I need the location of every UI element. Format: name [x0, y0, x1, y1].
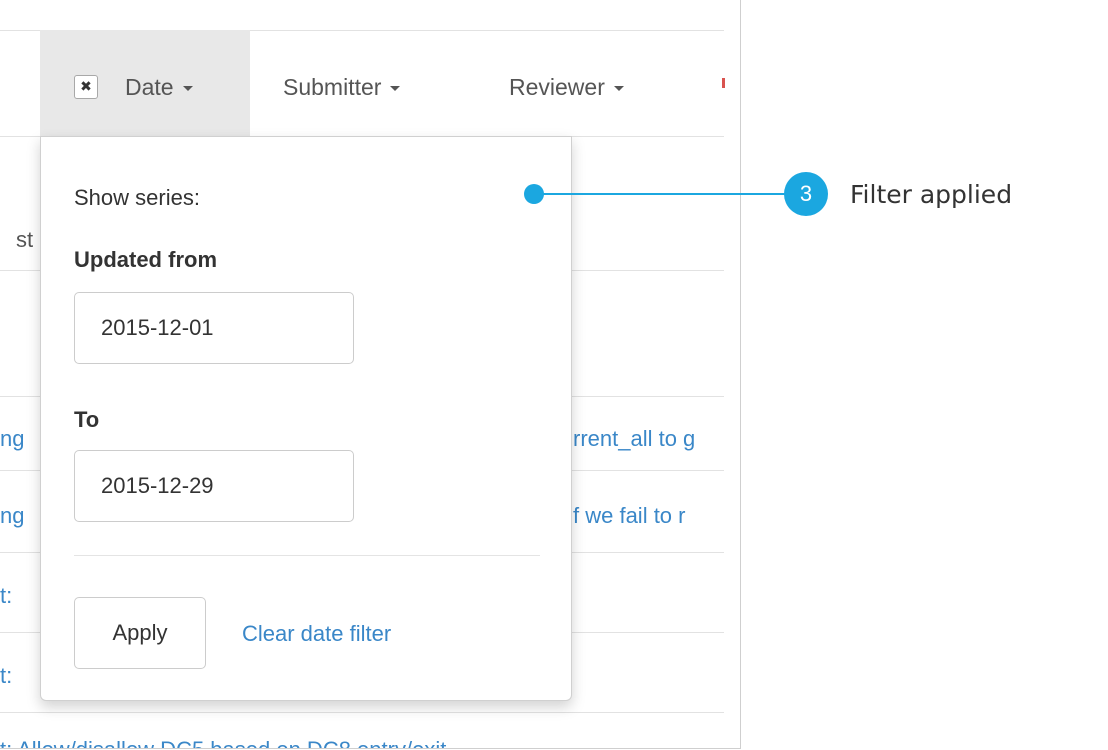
list-item-link[interactable]: f we fail to r	[573, 502, 685, 530]
date-filter-dropdown[interactable]: Date	[125, 72, 193, 102]
list-item-link[interactable]: ng	[0, 425, 24, 453]
to-date-input[interactable]	[74, 450, 354, 522]
submitter-filter-label: Submitter	[283, 74, 382, 100]
updated-from-label: Updated from	[74, 247, 217, 272]
submitter-filter-dropdown[interactable]: Submitter	[283, 72, 401, 102]
date-filter-label: Date	[125, 74, 174, 100]
row-divider	[0, 712, 724, 713]
chevron-down-icon	[390, 86, 401, 92]
callout-dot	[524, 184, 544, 204]
reviewer-filter-label: Reviewer	[509, 74, 605, 100]
show-series-label: Show series:	[74, 185, 200, 210]
list-item-link[interactable]: t: Allow/disallow DC5 based on DC8 entry…	[0, 736, 446, 748]
callout-number-badge: 3	[784, 172, 828, 216]
popover-divider	[74, 555, 540, 556]
callout-line	[534, 193, 794, 195]
list-item-link[interactable]: rrent_all to g	[573, 425, 695, 453]
clear-date-filter-link[interactable]: Clear date filter	[242, 621, 391, 647]
list-item-link[interactable]: ng	[0, 502, 24, 530]
list-item-link[interactable]: t:	[0, 662, 12, 690]
chevron-down-icon	[182, 86, 193, 92]
apply-button[interactable]: Apply	[74, 597, 206, 669]
to-label: To	[74, 407, 100, 432]
reviewer-filter-dropdown[interactable]: Reviewer	[509, 72, 624, 102]
screenshot-frame: ✖ Date Submitter Reviewer st ng rrent_al…	[0, 0, 741, 749]
close-icon[interactable]: ✖	[74, 75, 98, 99]
updated-from-input[interactable]	[74, 292, 354, 364]
list-item-fragment: st	[16, 227, 34, 252]
date-filter-popover: Show series: Updated from To Apply Clear…	[40, 136, 572, 701]
chevron-down-icon	[613, 86, 624, 92]
callout-label: Filter applied	[850, 180, 1013, 209]
truncated-filter-indicator	[722, 78, 725, 88]
list-item-link[interactable]: t:	[0, 582, 12, 610]
